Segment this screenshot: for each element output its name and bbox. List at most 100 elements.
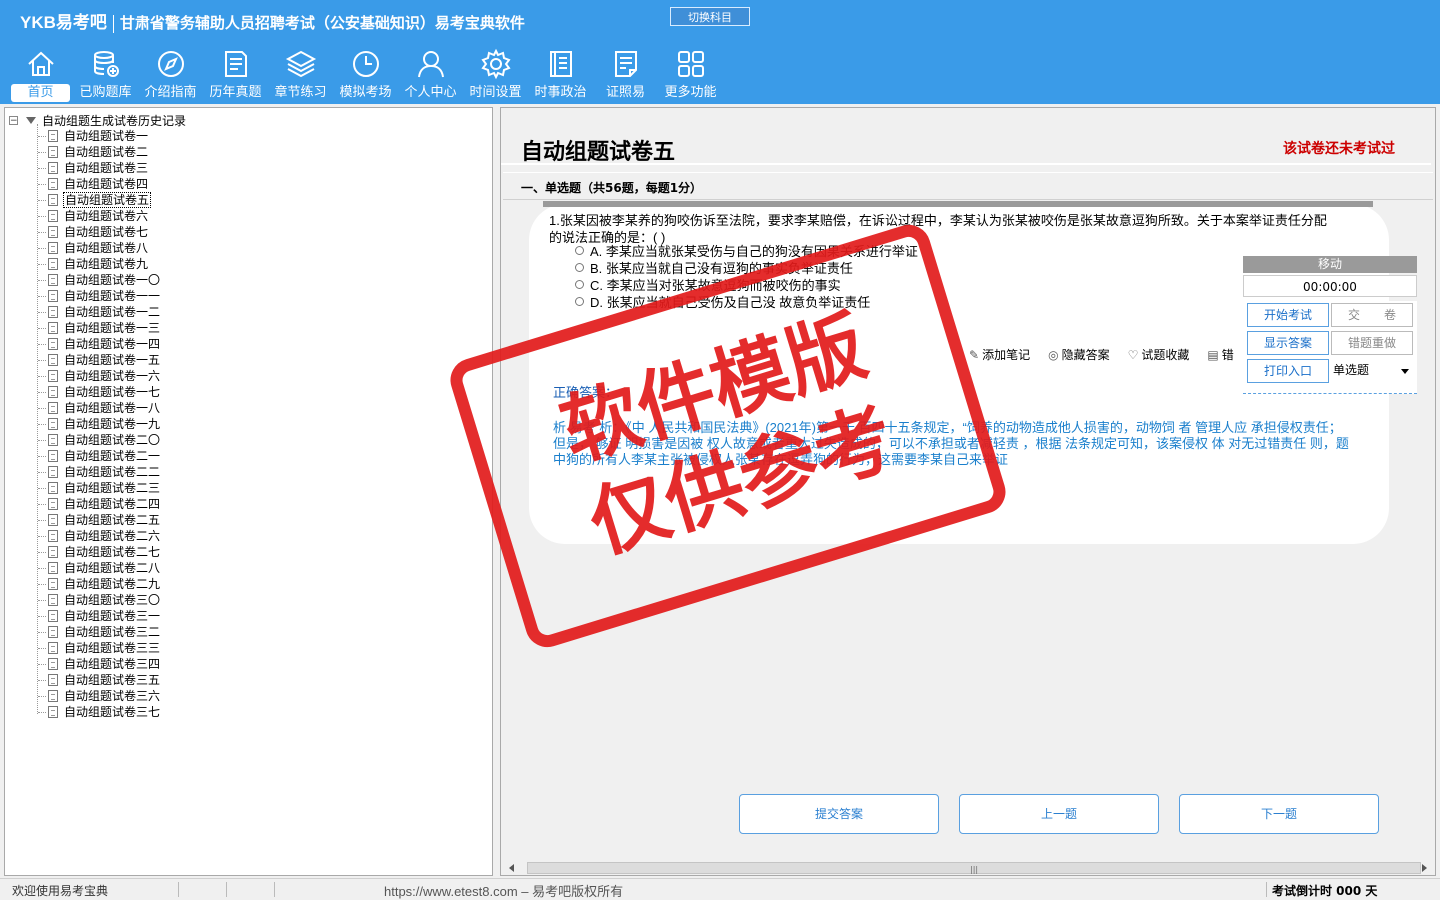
tree-root[interactable]: − 自动组题生成试卷历史记录 <box>9 112 186 128</box>
tree-item[interactable]: 自动组题试卷二七 <box>32 544 161 560</box>
tree-item[interactable]: 自动组题试卷一三 <box>32 320 161 336</box>
nav-current-affairs[interactable]: 时事政治 <box>528 48 593 102</box>
tree-connector <box>38 183 46 185</box>
radio-button[interactable] <box>575 297 584 306</box>
tree-item[interactable]: 自动组题试卷三六 <box>32 688 161 704</box>
tree-item[interactable]: 自动组题试卷一四 <box>32 336 161 352</box>
submit-paper-button[interactable]: 交 卷 <box>1331 303 1413 327</box>
nav-more-functions[interactable]: 更多功能 <box>658 48 723 102</box>
tree-item[interactable]: 自动组题试卷二八 <box>32 560 161 576</box>
tree-connector <box>38 695 46 697</box>
copyright-text: https://www.etest8.com – 易考吧版权所有 <box>384 884 624 899</box>
document-icon <box>48 146 58 158</box>
tree-item[interactable]: 自动组题试卷六 <box>32 208 161 224</box>
section-title: 一、单选题（共56题，每题1分） <box>521 181 703 195</box>
print-button[interactable]: 打印入口 <box>1247 359 1329 383</box>
radio-button[interactable] <box>575 263 584 272</box>
tree-item[interactable]: 自动组题试卷三三 <box>32 640 161 656</box>
tree-item[interactable]: 自动组题试卷一 <box>32 128 161 144</box>
tree-item[interactable]: 自动组题试卷四 <box>32 176 161 192</box>
nav-personal-center[interactable]: 个人中心 <box>398 48 463 102</box>
tree-item[interactable]: 自动组题试卷七 <box>32 224 161 240</box>
radio-button[interactable] <box>575 246 584 255</box>
add-note-button[interactable]: ✎ 添加笔记 <box>969 346 1030 363</box>
tree-item[interactable]: 自动组题试卷八 <box>32 240 161 256</box>
submit-answer-button[interactable]: 提交答案 <box>739 794 939 834</box>
radio-button[interactable] <box>575 280 584 289</box>
tree-item[interactable]: 自动组题试卷一〇 <box>32 272 161 288</box>
tree-item-label: 自动组题试卷二七 <box>64 545 161 559</box>
nav-chapter-practice[interactable]: 章节练习 <box>268 48 333 102</box>
scrollbar-thumb[interactable]: ||| <box>527 862 1421 874</box>
tree-item-label: 自动组题试卷三〇 <box>64 593 161 607</box>
nav-past-exams[interactable]: 历年真题 <box>203 48 268 102</box>
scroll-left-icon[interactable] <box>509 864 514 872</box>
tree-connector <box>38 487 46 489</box>
tree-connector <box>38 375 46 377</box>
tree-item[interactable]: 自动组题试卷一六 <box>32 368 161 384</box>
tree-item[interactable]: 自动组题试卷五 <box>32 192 161 208</box>
error-report-button[interactable]: ▤ 错 <box>1207 346 1233 363</box>
nav-label: 首页 <box>11 84 70 102</box>
previous-question-button[interactable]: 上一题 <box>959 794 1159 834</box>
nav-label: 章节练习 <box>274 85 327 100</box>
tree-item[interactable]: 自动组题试卷一二 <box>32 304 161 320</box>
tree-item[interactable]: 自动组题试卷二〇 <box>32 432 161 448</box>
horizontal-scrollbar[interactable]: ||| <box>503 860 1433 875</box>
collapse-toggle-icon[interactable]: − <box>9 115 18 125</box>
question-tools: ✎ 添加笔记 ◎ 隐藏答案 ♡ 试题收藏 ▤ 错 <box>969 346 1234 363</box>
tree-item[interactable]: 自动组题试卷二五 <box>32 512 161 528</box>
move-handle[interactable]: 移动 <box>1243 256 1417 273</box>
tree-item[interactable]: 自动组题试卷一八 <box>32 400 161 416</box>
scroll-right-icon[interactable] <box>1422 864 1427 872</box>
tree-item[interactable]: 自动组题试卷二 <box>32 144 161 160</box>
tree-item[interactable]: 自动组题试卷三二 <box>32 624 161 640</box>
nav-time-settings[interactable]: 时间设置 <box>463 48 528 102</box>
tree-connector <box>38 407 46 409</box>
nav-label: 个人中心 <box>404 85 457 100</box>
nav-label: 介绍指南 <box>144 85 197 100</box>
hide-answer-button[interactable]: ◎ 隐藏答案 <box>1048 346 1110 363</box>
tree-item[interactable]: 自动组题试卷二三 <box>32 480 161 496</box>
tree-item[interactable]: 自动组题试卷二六 <box>32 528 161 544</box>
favorite-button[interactable]: ♡ 试题收藏 <box>1128 346 1190 363</box>
tree-item[interactable]: 自动组题试卷三 <box>32 160 161 176</box>
tree-item[interactable]: 自动组题试卷三〇 <box>32 592 161 608</box>
nav-mock-exam[interactable]: 模拟考场 <box>333 48 398 102</box>
document-icon <box>48 658 58 670</box>
document-icon <box>48 578 58 590</box>
tree-item-label: 自动组题试卷三五 <box>64 673 161 687</box>
tree-item[interactable]: 自动组题试卷九 <box>32 256 161 272</box>
nav-home[interactable]: 首页 <box>8 48 73 102</box>
nav-certificate[interactable]: 证照易 <box>593 48 658 102</box>
tree-item[interactable]: 自动组题试卷一九 <box>32 416 161 432</box>
show-answer-button[interactable]: 显示答案 <box>1247 331 1329 355</box>
question-type-select[interactable]: 单选题 <box>1331 359 1413 383</box>
tree-item-label: 自动组题试卷一〇 <box>64 273 161 287</box>
tree-item-label: 自动组题试卷七 <box>64 225 149 239</box>
tree-item[interactable]: 自动组题试卷一五 <box>32 352 161 368</box>
tree-item[interactable]: 自动组题试卷二二 <box>32 464 161 480</box>
nav-purchased-bank[interactable]: 已购题库 <box>73 48 138 102</box>
next-question-button[interactable]: 下一题 <box>1179 794 1379 834</box>
start-exam-button[interactable]: 开始考试 <box>1247 303 1329 327</box>
tree-item[interactable]: 自动组题试卷一七 <box>32 384 161 400</box>
tree-item[interactable]: 自动组题试卷一一 <box>32 288 161 304</box>
tree-item[interactable]: 自动组题试卷三一 <box>32 608 161 624</box>
tree-item[interactable]: 自动组题试卷二一 <box>32 448 161 464</box>
tree-item[interactable]: 自动组题试卷三五 <box>32 672 161 688</box>
nav-guide[interactable]: 介绍指南 <box>138 48 203 102</box>
tree-item[interactable]: 自动组题试卷二四 <box>32 496 161 512</box>
tree-item-label: 自动组题试卷二一 <box>64 449 161 463</box>
pencil-icon: ✎ <box>969 347 980 362</box>
tree-item[interactable]: 自动组题试卷三七 <box>32 704 161 720</box>
tree-item[interactable]: 自动组题试卷二九 <box>32 576 161 592</box>
document-icon <box>48 498 58 510</box>
tree-item[interactable]: 自动组题试卷三四 <box>32 656 161 672</box>
document-icon <box>48 466 58 478</box>
tree-item-label: 自动组题试卷一六 <box>64 369 161 383</box>
header-divider <box>501 163 1431 165</box>
redo-wrong-button[interactable]: 错题重做 <box>1331 331 1413 355</box>
switch-subject-button[interactable]: 切换科目 <box>670 7 750 26</box>
tree-connector <box>38 711 46 713</box>
